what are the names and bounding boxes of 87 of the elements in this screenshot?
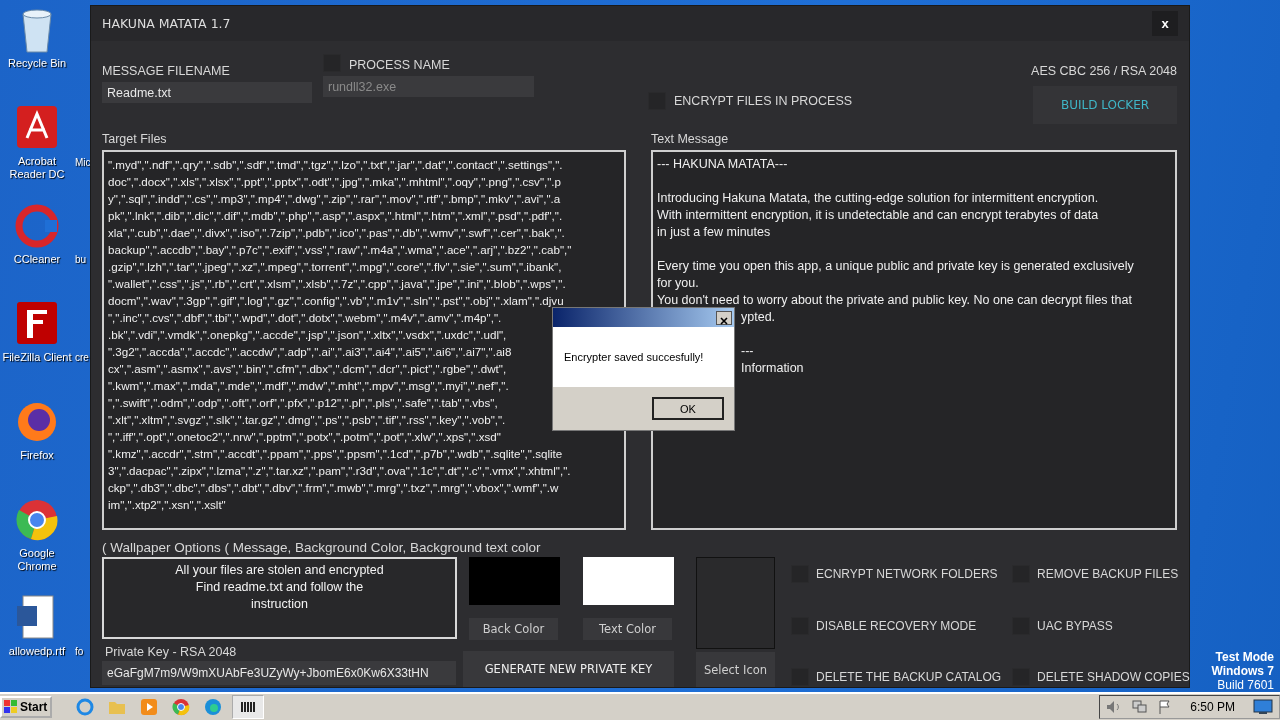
text-line: docm",".wav",".3gp",".gif",".log",".gz",".config",".vb",".m1v",".sln",".pst",".obj",".xlam",".djvu [108,293,564,309]
ok-button[interactable]: OK [652,397,724,420]
text-line: .gzip",".lzh",".tar",".jpeg",".xz",".mpeg",".torrent",".mpg",".core",".flv",".sie",".sum",".ibank", [108,259,562,275]
text-line: in just a few minutes [657,225,771,239]
text-color-button[interactable]: Text Color [583,618,672,640]
text-line: 3",".dacpac",".zipx",".lzma",".z",".tar.xz",".pam",".r3d",".ova",".1c",".dt",".c",".vmx",".xhtml",". [108,463,571,479]
text-line: ",".iff",".opt",".onetoc2",".nrw",".pptm",".potx",".potm",".pot",".xlw",".xps",".xsd" [108,429,501,445]
section-label: ( Wallpaper Options ( Message, Background Color, Background text color [102,540,541,555]
close-icon[interactable] [717,314,731,327]
field-label: Private Key - RSA 2048 [105,645,238,659]
text-line: You don't need to worry about the private and public key. No one can decrypt files that [657,293,1132,307]
text-line: Information [741,361,804,375]
text-line: Find readme.txt and follow the [195,579,364,596]
network-icon[interactable] [1132,700,1149,714]
system-notice: Build 7601 [1217,678,1274,692]
text-line: ".myd",".ndf",".qry",".sdb",".sdf",".tmd",".tgz",".lzo",".txt",".jar",".dat",".contact",".settings",". [108,157,563,173]
option-label: UAC BYPASS [1037,618,1113,633]
desktop-icon-label[interactable]: CCleaner [13,253,61,266]
desktop-icon-label[interactable]: Google Chrome [0,547,74,573]
generate-key-button[interactable]: GENERATE NEW PRIVATE KEY [463,651,674,687]
desktop-icon-label[interactable]: Mic [75,157,91,168]
filename-field[interactable]: Readme.txt [102,82,312,103]
desktop-icon-label[interactable]: cre [75,352,89,363]
field-label: MESSAGE FILENAME [102,64,231,78]
dialog-message: Encrypter saved succesfully! [564,351,704,363]
system-notice: Windows 7 [1211,664,1274,678]
close-button[interactable]: x [1152,11,1178,36]
text-line: for you. [657,276,699,290]
text-line: backup",".accdb",".bay",".p7c",".exif",".vss",".raw",".m4a",".wma",".ace",".arj",".bz2",".cab"," [108,242,572,258]
text-line: --- HAKUNA MATATA--- [657,157,788,171]
text-line: ".xlt",".xltm",".svgz",".slk",".tar.gz",".dmg",".ps",".psb",".tif",".rss",".key",".vob",". [108,412,506,428]
desktop-icon-label[interactable]: fo [75,646,84,657]
color-swatch[interactable] [469,557,560,605]
section-label: Target Files [102,132,168,146]
option-label: ENCRYPT FILES IN PROCESS [674,94,853,108]
section-label: Text Message [651,132,730,146]
text-line: ".wallet",".css",".js",".rb",".crt",".xlsm",".xlsb",".7z",".cpp",".java",".jpe",".ini",".blob",".wps",". [108,276,566,292]
text-line: ".3g2",".accda",".accdc",".accdw",".adp",".ai",".ai3",".ai4",".ai5",".ai6",".ai7",".ai8 [108,344,512,360]
text-line: y",".sql",".indd",".cs",".mp3",".mp4",".dwg",".zip",".rar",".mov",".rtf",".bmp",".mkv",".avi",".a [108,191,561,207]
text-line: All your files are stolen and encrypted [175,562,384,579]
option-label: DELETE THE BACKUP CATALOG [816,670,1002,685]
text-line: ",".inc",".cvs",".dbf",".tbi",".wpd",".dot",".dotx",".webm",".m4v",".amv",".m4p",". [108,310,502,326]
text-line: .bk",".vdi",".vmdk",".onepkg",".accde",".jsp",".json",".xltx",".vsdx",".uxdc",".udl", [108,327,507,343]
build-button[interactable]: BUILD LOCKER [1033,86,1177,124]
checkbox[interactable] [1012,668,1030,687]
option-label: REMOVE BACKUP FILES [1037,567,1179,581]
desktop-icon-label[interactable]: bu [75,254,87,265]
option-label: DISABLE RECOVERY MODE [816,618,977,633]
text-line: Every time you open this app, a unique public and private key is generated exclusively [657,259,1134,273]
desktop-icon-label[interactable]: FileZilla Client [2,351,72,364]
windows-logo-icon [4,700,18,714]
text-line: ".kwm",".max",".mda",".mde",".mdf",".mdw",".mht",".mpv",".msg",".myi",".nef",". [108,378,509,394]
field-label: PROCESS NAME [349,58,450,72]
select-icon-button[interactable]: Select Icon [696,652,775,687]
desktop-icon-label[interactable]: allowedp.rtf [8,645,66,658]
color-swatch[interactable] [583,557,674,605]
text-line: With intermittent encryption, it is undetectable and can encrypt terabytes of data [657,208,1099,222]
clock[interactable]: 6:50 PM [1190,700,1235,714]
text-line: doc",".docx",".xls",".xlsx",".ppt",".pptx",".odt",".jpg",".mka",".mhtml",".oqy",".png",".csv",".p [108,174,562,190]
app-taskbar-icon[interactable] [232,695,264,719]
text-line: ",".swift",".odm",".odp",".oft",".orf",".pfx",".p12",".pl",".pls",".safe",".tab",".vbs", [108,395,498,411]
checkbox[interactable] [791,668,809,687]
back-color-button[interactable]: Back Color [469,618,558,640]
text-line: Introducing Hakuna Matata, the cutting-edge solution for intermittent encryption. [657,191,1099,205]
ccleaner-icon [15,202,59,250]
text-line: ".kmz",".accdr",".stm",".accdt",".ppam",".pps",".ppsm",".1cd",".p7b",".wdb",".sqlite",".sqlite [108,446,563,462]
option-label: ECNRYPT NETWORK FOLDERS [816,567,998,581]
text-line: xla",".cub",".dae",".divx",".iso",".7zip",".pdb",".ico",".pas",".db",".wmv",".swf",".cer",".bak",". [108,225,565,241]
wallpaper-message-field[interactable]: All your files are stolen and encrypted Find readme.txt and follow the instruction [102,557,457,639]
text-line: pk",".lnk",".dib",".dic",".dif",".mdb",".php",".asp",".aspx",".html",".htm",".xml",".psd",".pdf",". [108,208,563,224]
text-line: ypted. [741,310,776,324]
private-key-field[interactable]: eGaFgM7m9/W9mXUAbFe3UZyWy+JbomE6x0Kw6X33tHN [102,661,456,685]
window-title: HAKUNA MATATA 1.7 [102,16,231,31]
system-notice: Test Mode [1215,650,1274,664]
text-line: cx",".asm",".asmx",".avs",".bin",".cfm",".dbx",".dcm",".dcr",".pict",".rgbe",".dwt", [108,361,507,377]
text-line: --- [741,344,754,358]
desktop-icon-label[interactable]: Recycle Bin [7,57,67,70]
desktop-icon-label[interactable]: Firefox [20,449,54,462]
start-button[interactable]: Start [0,696,52,718]
option-label: DELETE SHADOW COPIES [1037,670,1190,685]
cipher-info: AES CBC 256 / RSA 2048 [1031,64,1177,78]
text-line: ckp",".db3",".dbc",".dbs",".dbt",".dbv",".frm",".mwb",".mrg",".txz",".mrg",".vbox",".wmf",".w [108,480,559,496]
flag-icon[interactable] [1158,700,1173,714]
desktop-icon-label[interactable]: Acrobat Reader DC [0,155,74,181]
show-desktop-icon[interactable] [1253,699,1273,715]
text-line: im",".xtp2",".xsn",".xslt" [108,497,226,513]
text-line: instruction [251,596,308,613]
